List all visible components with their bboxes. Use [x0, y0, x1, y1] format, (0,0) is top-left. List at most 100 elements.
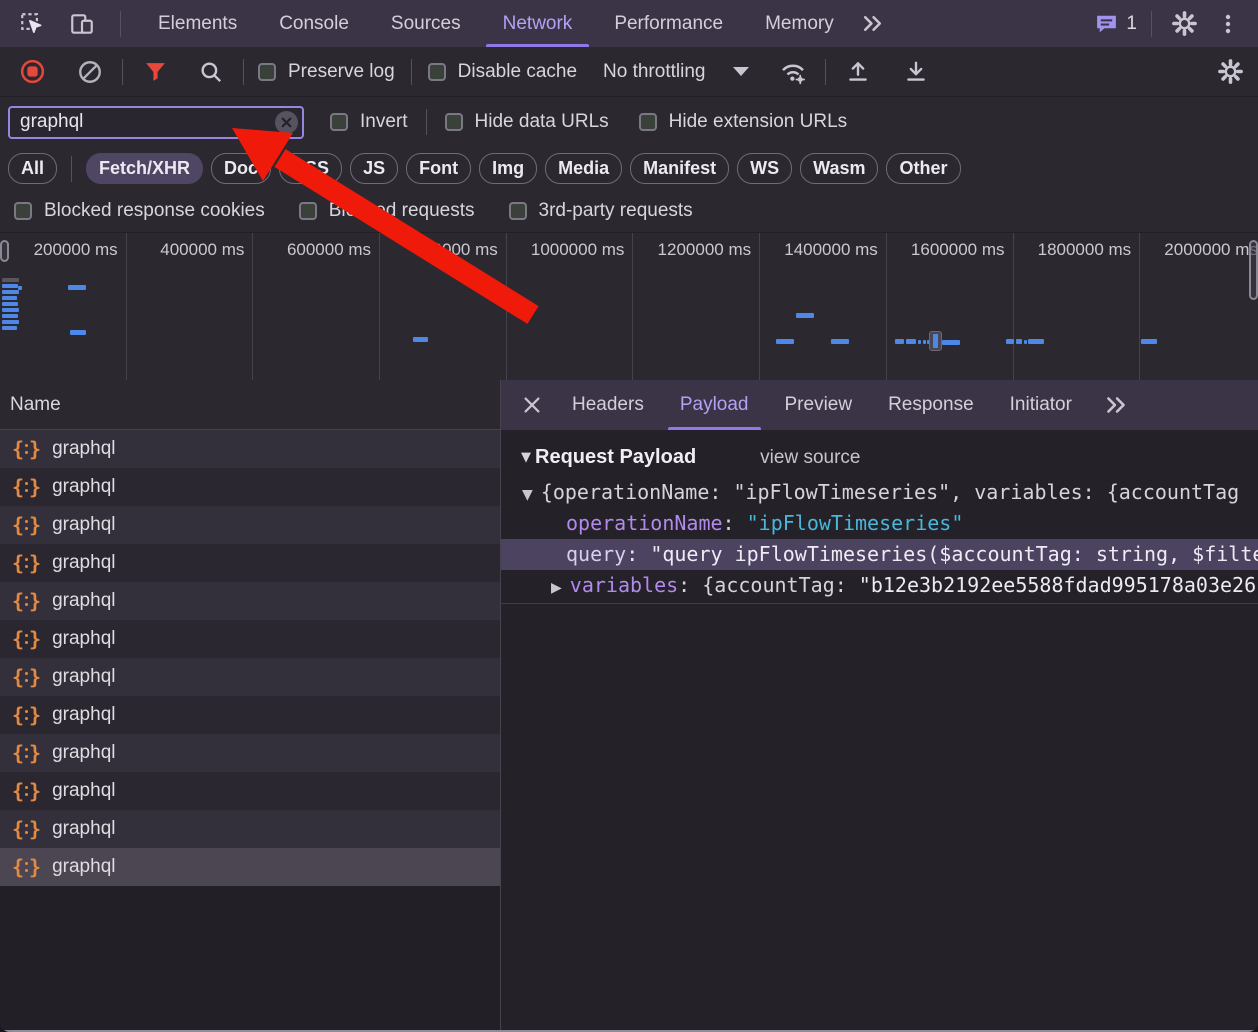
blocked-requests-checkbox[interactable] [299, 202, 317, 220]
details-tab-preview[interactable]: Preview [767, 380, 871, 430]
tab-memory[interactable]: Memory [744, 0, 855, 47]
filter-pill-wasm[interactable]: Wasm [800, 153, 878, 184]
hide-extension-urls-checkbox[interactable] [639, 113, 657, 131]
filter-pill-img[interactable]: Img [479, 153, 537, 184]
details-tab-headers[interactable]: Headers [554, 380, 662, 430]
tab-sources[interactable]: Sources [370, 0, 482, 47]
network-filter-input[interactable] [8, 106, 304, 139]
divider [122, 59, 123, 85]
tab-network[interactable]: Network [482, 0, 594, 47]
filter-pill-all[interactable]: All [8, 153, 57, 184]
request-row[interactable]: {}graphql [0, 810, 500, 848]
tab-elements[interactable]: Elements [137, 0, 258, 47]
filter-pill-ws[interactable]: WS [737, 153, 792, 184]
preserve-log-checkbox[interactable] [258, 63, 276, 81]
request-row[interactable]: {}graphql [0, 582, 500, 620]
tab-performance[interactable]: Performance [593, 0, 744, 47]
name-column-header[interactable]: Name [0, 380, 500, 430]
clear-filter-icon[interactable] [275, 111, 298, 134]
payload-tree-row[interactable]: query: "query ipFlowTimeseries($accountT… [501, 539, 1258, 570]
payload-text-segment: : [723, 511, 747, 535]
inspect-element-icon[interactable] [14, 6, 50, 42]
divider [1151, 11, 1152, 37]
request-row[interactable]: {}graphql [0, 658, 500, 696]
third-party-requests-checkbox[interactable] [509, 202, 527, 220]
clear-network-log-icon[interactable] [72, 54, 108, 90]
more-panels-icon[interactable] [855, 6, 891, 42]
request-row[interactable]: {}graphql [0, 696, 500, 734]
blocked-response-cookies-label: Blocked response cookies [44, 200, 265, 222]
disable-cache-checkbox[interactable] [428, 63, 446, 81]
payload-text-segment: operationName [566, 511, 723, 535]
collapse-triangle-icon[interactable]: ▼ [521, 450, 531, 465]
request-row[interactable]: {}graphql [0, 430, 500, 468]
divider [71, 156, 72, 182]
payload-text-segment: query [566, 542, 626, 566]
issues-badge[interactable]: 1 [1094, 11, 1137, 36]
filter-pill-css[interactable]: CSS [279, 153, 342, 184]
details-tab-initiator[interactable]: Initiator [992, 380, 1090, 430]
timeline-tick-label: 1000000 ms [507, 233, 634, 381]
request-row[interactable]: {} graphql [0, 620, 500, 658]
hide-data-urls-checkbox[interactable] [445, 113, 463, 131]
request-name: graphql [52, 476, 115, 498]
issues-bubble-icon [1094, 11, 1119, 36]
json-braces-icon: {} [12, 819, 41, 839]
filter-pill-other[interactable]: Other [886, 153, 960, 184]
waterfall-bar [1006, 339, 1014, 344]
filter-pill-media[interactable]: Media [545, 153, 622, 184]
waterfall-bar [2, 302, 18, 306]
payload-text-segment: "query ipFlowTimeseries($accountTag: str… [650, 542, 1258, 566]
throttling-select[interactable]: No throttling [603, 61, 749, 83]
json-braces-icon: {} [12, 629, 41, 649]
payload-text-segment: "ipFlowTimeseries" [747, 511, 964, 535]
import-har-icon[interactable] [840, 54, 876, 90]
filter-pill-manifest[interactable]: Manifest [630, 153, 729, 184]
filter-row: Invert Hide data URLs Hide extension URL… [0, 97, 1258, 147]
timeline-left-handle[interactable] [0, 240, 9, 262]
collapsed-triangle-icon[interactable]: ▶ [551, 580, 562, 596]
waterfall-bar [2, 284, 18, 288]
timeline-tick-label: 800000 ms [380, 233, 507, 381]
network-conditions-icon[interactable] [775, 54, 811, 90]
divider [243, 59, 244, 85]
network-settings-gear-icon[interactable] [1212, 54, 1248, 90]
waterfall-bar [923, 340, 926, 344]
request-row[interactable]: {}graphql [0, 848, 500, 886]
json-braces-icon: {} [12, 477, 41, 497]
request-row[interactable]: {}graphql [0, 506, 500, 544]
filter-pill-js[interactable]: JS [350, 153, 398, 184]
blocked-response-cookies-checkbox[interactable] [14, 202, 32, 220]
details-tab-payload[interactable]: Payload [662, 380, 767, 430]
more-options-kebab-icon[interactable] [1210, 6, 1246, 42]
details-tab-response[interactable]: Response [870, 380, 992, 430]
request-name: graphql [52, 628, 115, 650]
close-details-icon[interactable] [514, 380, 550, 430]
record-network-log-icon[interactable] [14, 54, 50, 90]
request-name: graphql [52, 856, 115, 878]
filter-icon[interactable] [137, 54, 173, 90]
invert-checkbox[interactable] [330, 113, 348, 131]
waterfall-bar [2, 314, 18, 318]
payload-tree-row[interactable]: operationName: "ipFlowTimeseries" [501, 508, 1258, 539]
expanded-triangle-icon[interactable]: ▼ [522, 487, 533, 503]
settings-gear-icon[interactable] [1166, 6, 1202, 42]
tab-console[interactable]: Console [258, 0, 370, 47]
timeline-tick-label: 600000 ms [253, 233, 380, 381]
export-har-icon[interactable] [898, 54, 934, 90]
device-toolbar-icon[interactable] [64, 6, 100, 42]
filter-pill-doc[interactable]: Doc [211, 153, 271, 184]
filter-pill-fetch-xhr[interactable]: Fetch/XHR [86, 153, 203, 184]
more-details-tabs-icon[interactable] [1098, 380, 1134, 430]
request-row[interactable]: {}graphql [0, 734, 500, 772]
timeline-right-handle[interactable] [1249, 240, 1258, 300]
request-row[interactable]: {}graphql [0, 772, 500, 810]
network-overview-timeline[interactable]: 200000 ms400000 ms600000 ms800000 ms1000… [0, 232, 1258, 382]
search-icon[interactable] [193, 54, 229, 90]
request-row[interactable]: {}graphql [0, 544, 500, 582]
payload-tree-row[interactable]: ▼{operationName: "ipFlowTimeseries", var… [501, 477, 1258, 508]
request-row[interactable]: {} graphql [0, 468, 500, 506]
payload-tree-row[interactable]: ▶variables: {accountTag: "b12e3b2192ee55… [501, 570, 1258, 601]
view-source-link[interactable]: view source [760, 447, 860, 469]
filter-pill-font[interactable]: Font [406, 153, 471, 184]
